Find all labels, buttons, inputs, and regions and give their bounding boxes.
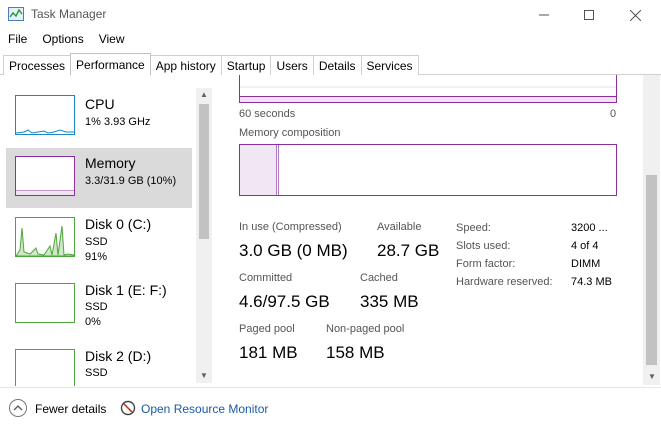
non-paged-pool-value: 158 MB — [326, 343, 385, 362]
scroll-up-arrow-icon[interactable]: ▲ — [196, 88, 212, 102]
sidebar-item-memory[interactable]: Memory 3.3/31.9 GB (10%) — [6, 148, 192, 208]
in-use-label: In use (Compressed) — [239, 221, 342, 233]
footer: Fewer details Open Resource Monitor — [0, 388, 661, 434]
sidebar-item-detail: 1% 3.93 GHz — [85, 116, 151, 128]
sidebar-item-detail: SSD — [85, 367, 108, 379]
menu-options[interactable]: Options — [34, 30, 90, 50]
memory-composition-label: Memory composition — [239, 127, 341, 139]
task-manager-icon — [8, 7, 24, 21]
minimize-icon — [539, 14, 549, 16]
close-button[interactable] — [612, 0, 658, 30]
performance-sidebar: CPU 1% 3.93 GHz Memory 3.3/31.9 GB (10%)… — [0, 75, 213, 386]
slots-used-label: Slots used: — [456, 240, 511, 252]
menu-bar: File Options View — [0, 30, 661, 50]
sidebar-item-detail: SSD — [85, 301, 108, 313]
maximize-button[interactable] — [566, 0, 612, 30]
cpu-thumbnail-graph — [15, 95, 75, 135]
sidebar-item-title: CPU — [85, 96, 115, 112]
cached-value: 335 MB — [360, 292, 419, 311]
content-scrollbar[interactable]: ▼ — [643, 75, 660, 385]
available-value: 28.7 GB — [377, 241, 440, 260]
hardware-reserved-label: Hardware reserved: — [456, 276, 553, 288]
paged-pool-value: 181 MB — [239, 343, 298, 362]
resource-monitor-icon[interactable] — [120, 400, 136, 416]
sidebar-item-disk-2[interactable]: Disk 2 (D:) SSD — [6, 341, 192, 386]
tab-services[interactable]: Services — [360, 55, 419, 75]
paged-pool-label: Paged pool — [239, 323, 295, 335]
sidebar-item-usage: 0% — [85, 316, 101, 328]
open-resource-monitor-link[interactable]: Open Resource Monitor — [141, 402, 268, 416]
tab-performance[interactable]: Performance — [70, 53, 151, 75]
scroll-down-arrow-icon[interactable]: ▼ — [196, 369, 212, 383]
close-icon — [629, 9, 641, 21]
sidebar-item-detail: SSD — [85, 236, 108, 248]
committed-value: 4.6/97.5 GB — [239, 292, 330, 311]
tab-users[interactable]: Users — [270, 55, 314, 75]
disk-1-thumbnail-graph — [15, 283, 75, 323]
content-scroll-thumb[interactable] — [646, 175, 657, 365]
sidebar-item-disk-1[interactable]: Disk 1 (E: F:) SSD 0% — [6, 275, 192, 335]
tab-processes[interactable]: Processes — [3, 55, 72, 75]
graph-time-label: 60 seconds — [239, 108, 296, 120]
tab-strip: Processes Performance App history Startu… — [3, 53, 419, 75]
memory-usage-graph — [239, 75, 617, 103]
tab-details[interactable]: Details — [312, 55, 362, 75]
tab-startup[interactable]: Startup — [220, 55, 272, 75]
menu-file[interactable]: File — [0, 30, 34, 50]
minimize-button[interactable] — [521, 0, 567, 30]
sidebar-scrollbar[interactable]: ▲ ▼ — [196, 88, 212, 383]
window-title: Task Manager — [31, 7, 107, 21]
sidebar-scroll-thumb[interactable] — [199, 104, 209, 239]
committed-label: Committed — [239, 272, 293, 284]
available-label: Available — [377, 221, 422, 233]
memory-thumbnail-graph — [15, 156, 75, 196]
menu-view[interactable]: View — [91, 30, 132, 50]
tab-app-history[interactable]: App history — [149, 55, 222, 75]
chevron-up-icon[interactable] — [9, 399, 27, 417]
maximize-icon — [584, 10, 594, 20]
disk-2-thumbnail-graph — [15, 349, 75, 386]
fewer-details-button[interactable]: Fewer details — [35, 402, 106, 416]
slots-used-value: 4 of 4 — [571, 240, 599, 252]
form-factor-value: DIMM — [571, 258, 601, 270]
memory-in-use-segment — [240, 145, 277, 195]
sidebar-item-disk-0[interactable]: Disk 0 (C:) SSD 91% — [6, 209, 192, 269]
graph-zero-label: 0 — [610, 108, 617, 120]
in-use-value: 3.0 GB (0 MB) — [239, 241, 348, 260]
disk-0-thumbnail-graph — [15, 217, 75, 257]
sidebar-item-usage: 91% — [85, 251, 108, 263]
memory-composition-bar — [239, 144, 617, 196]
memory-modified-segment — [278, 145, 279, 195]
hardware-reserved-value: 74.3 MB — [571, 276, 612, 288]
cached-label: Cached — [360, 272, 398, 284]
sidebar-item-title: Disk 1 (E: F:) — [85, 282, 167, 298]
sidebar-item-title: Memory — [85, 155, 136, 171]
scroll-down-arrow-icon[interactable]: ▼ — [644, 370, 660, 384]
title-bar: Task Manager — [0, 0, 661, 30]
speed-value: 3200 ... — [571, 222, 608, 234]
sidebar-item-cpu[interactable]: CPU 1% 3.93 GHz — [6, 87, 192, 147]
form-factor-label: Form factor: — [456, 258, 516, 270]
speed-label: Speed: — [456, 222, 491, 234]
sidebar-item-detail: 3.3/31.9 GB (10%) — [85, 175, 177, 187]
sidebar-item-title: Disk 2 (D:) — [85, 348, 152, 364]
sidebar-item-title: Disk 0 (C:) — [85, 216, 152, 232]
non-paged-pool-label: Non-paged pool — [326, 323, 405, 335]
